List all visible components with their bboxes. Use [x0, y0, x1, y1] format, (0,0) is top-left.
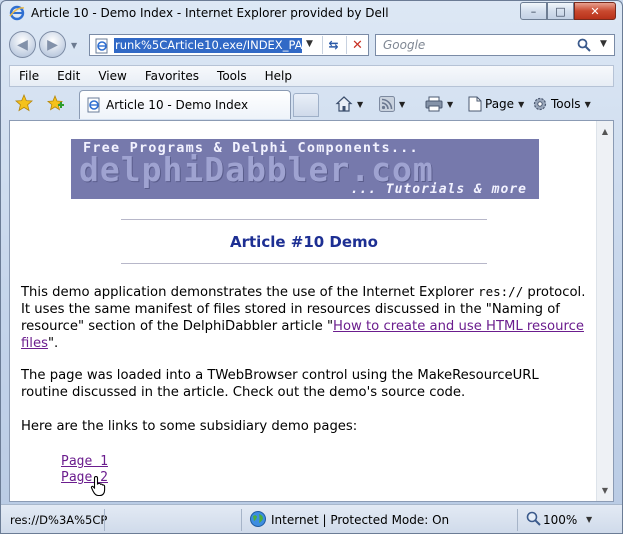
favorites-center-star-icon[interactable] — [15, 94, 33, 112]
vertical-scrollbar[interactable]: ▲ ▼ — [596, 121, 613, 501]
back-button[interactable]: ◀ — [9, 31, 36, 58]
rss-feed-icon — [379, 96, 395, 112]
search-icon[interactable] — [576, 37, 592, 53]
feeds-button[interactable]: ▼ — [379, 93, 405, 115]
hand-pointer-cursor-icon — [90, 475, 106, 497]
menu-edit[interactable]: Edit — [48, 69, 89, 83]
address-input[interactable]: runk%5CArticle10.exe/INDEX_PAGE — [114, 38, 302, 53]
search-box[interactable]: Google ▼ — [375, 34, 615, 56]
menu-file[interactable]: File — [10, 69, 48, 83]
chevron-down-icon[interactable]: ▼ — [585, 100, 591, 109]
menu-help[interactable]: Help — [256, 69, 301, 83]
chevron-down-icon[interactable]: ▼ — [357, 100, 363, 109]
page-icon — [95, 38, 108, 54]
menu-tools[interactable]: Tools — [208, 69, 256, 83]
window-controls: – □ ✕ — [520, 2, 616, 20]
scroll-up-icon[interactable]: ▲ — [597, 123, 613, 140]
add-to-favorites-icon[interactable] — [47, 94, 65, 112]
protocol-code: res:// — [478, 284, 524, 299]
status-url: res://D%3A%5CP — [10, 513, 108, 527]
new-tab-button[interactable] — [293, 93, 319, 117]
page-1-link[interactable]: Page 1 — [61, 454, 108, 469]
divider-bottom — [121, 263, 487, 264]
tab-article-10[interactable]: Article 10 - Demo Index — [79, 90, 291, 119]
minimize-button[interactable]: – — [520, 2, 547, 20]
navigation-bar: ◀ ▶ ▼ runk%5CArticle10.exe/INDEX_PAGE ▼ … — [1, 27, 622, 63]
page-menu-label: Page — [485, 97, 515, 111]
tools-menu-label: Tools — [551, 97, 581, 111]
links-intro: Here are the links to some subsidiary de… — [21, 419, 358, 434]
delphidabbler-banner-logo: Free Programs & Delphi Components... del… — [71, 139, 539, 199]
page-menu-button[interactable]: Page ▼ — [468, 93, 524, 115]
title-bar[interactable]: Article 10 - Demo Index - Internet Explo… — [1, 1, 622, 25]
menu-favorites[interactable]: Favorites — [136, 69, 208, 83]
chevron-down-icon[interactable]: ▼ — [447, 100, 453, 109]
intro-text-1: This demo application demonstrates the u… — [21, 285, 479, 300]
page-title: Article #10 Demo — [230, 233, 378, 251]
loaded-paragraph: The page was loaded into a TWebBrowser c… — [21, 368, 539, 400]
security-zone-status[interactable]: Internet | Protected Mode: On — [271, 513, 449, 527]
tab-label: Article 10 - Demo Index — [106, 98, 249, 112]
tools-menu-button[interactable]: Tools ▼ — [532, 93, 591, 115]
status-divider — [104, 509, 105, 531]
page-icon — [87, 97, 100, 113]
intro-text-3: ". — [47, 336, 59, 351]
address-bar[interactable]: runk%5CArticle10.exe/INDEX_PAGE ▼ ⇆ ✕ — [89, 34, 369, 56]
menu-view[interactable]: View — [89, 69, 135, 83]
stop-icon[interactable]: ✕ — [346, 36, 368, 54]
chevron-down-icon[interactable]: ▼ — [518, 100, 524, 109]
zoom-magnifier-icon[interactable] — [525, 510, 543, 528]
forward-button[interactable]: ▶ — [39, 31, 66, 58]
browser-window: Article 10 - Demo Index - Internet Explo… — [0, 0, 623, 534]
recent-pages-dropdown-icon[interactable]: ▼ — [71, 41, 77, 50]
status-bar: res://D%3A%5CP Internet | Protected Mode… — [1, 504, 622, 533]
menu-bar: File Edit View Favorites Tools Help — [9, 65, 614, 87]
home-button[interactable]: ▼ — [335, 93, 363, 115]
page-menu-icon — [468, 96, 482, 112]
banner-tagline-bottom: ... Tutorials & more — [350, 182, 527, 197]
page-content: Free Programs & Delphi Components... del… — [9, 120, 614, 502]
zoom-dropdown-icon[interactable]: ▼ — [586, 515, 592, 524]
window-title: Article 10 - Demo Index - Internet Explo… — [31, 6, 389, 20]
close-button[interactable]: ✕ — [574, 2, 616, 20]
home-icon — [335, 96, 353, 112]
maximize-button[interactable]: □ — [547, 2, 574, 20]
chevron-down-icon[interactable]: ▼ — [399, 100, 405, 109]
search-input[interactable]: Google — [383, 38, 425, 52]
internet-explorer-icon — [9, 5, 25, 21]
gear-icon — [533, 97, 547, 111]
globe-icon — [250, 511, 266, 527]
zoom-level[interactable]: 100% — [543, 513, 577, 527]
printer-icon — [425, 96, 443, 112]
address-dropdown-icon[interactable]: ▼ — [306, 39, 313, 49]
scroll-down-icon[interactable]: ▼ — [597, 482, 613, 499]
refresh-icon[interactable]: ⇆ — [322, 36, 344, 54]
status-divider — [241, 509, 242, 531]
tab-bar: Article 10 - Demo Index ▼ ▼ ▼ Page ▼ Too… — [9, 89, 614, 119]
status-divider — [517, 509, 518, 531]
intro-paragraph: This demo application demonstrates the u… — [21, 283, 586, 352]
print-button[interactable]: ▼ — [425, 93, 453, 115]
search-options-dropdown-icon[interactable]: ▼ — [600, 39, 607, 49]
divider-top — [121, 219, 487, 220]
